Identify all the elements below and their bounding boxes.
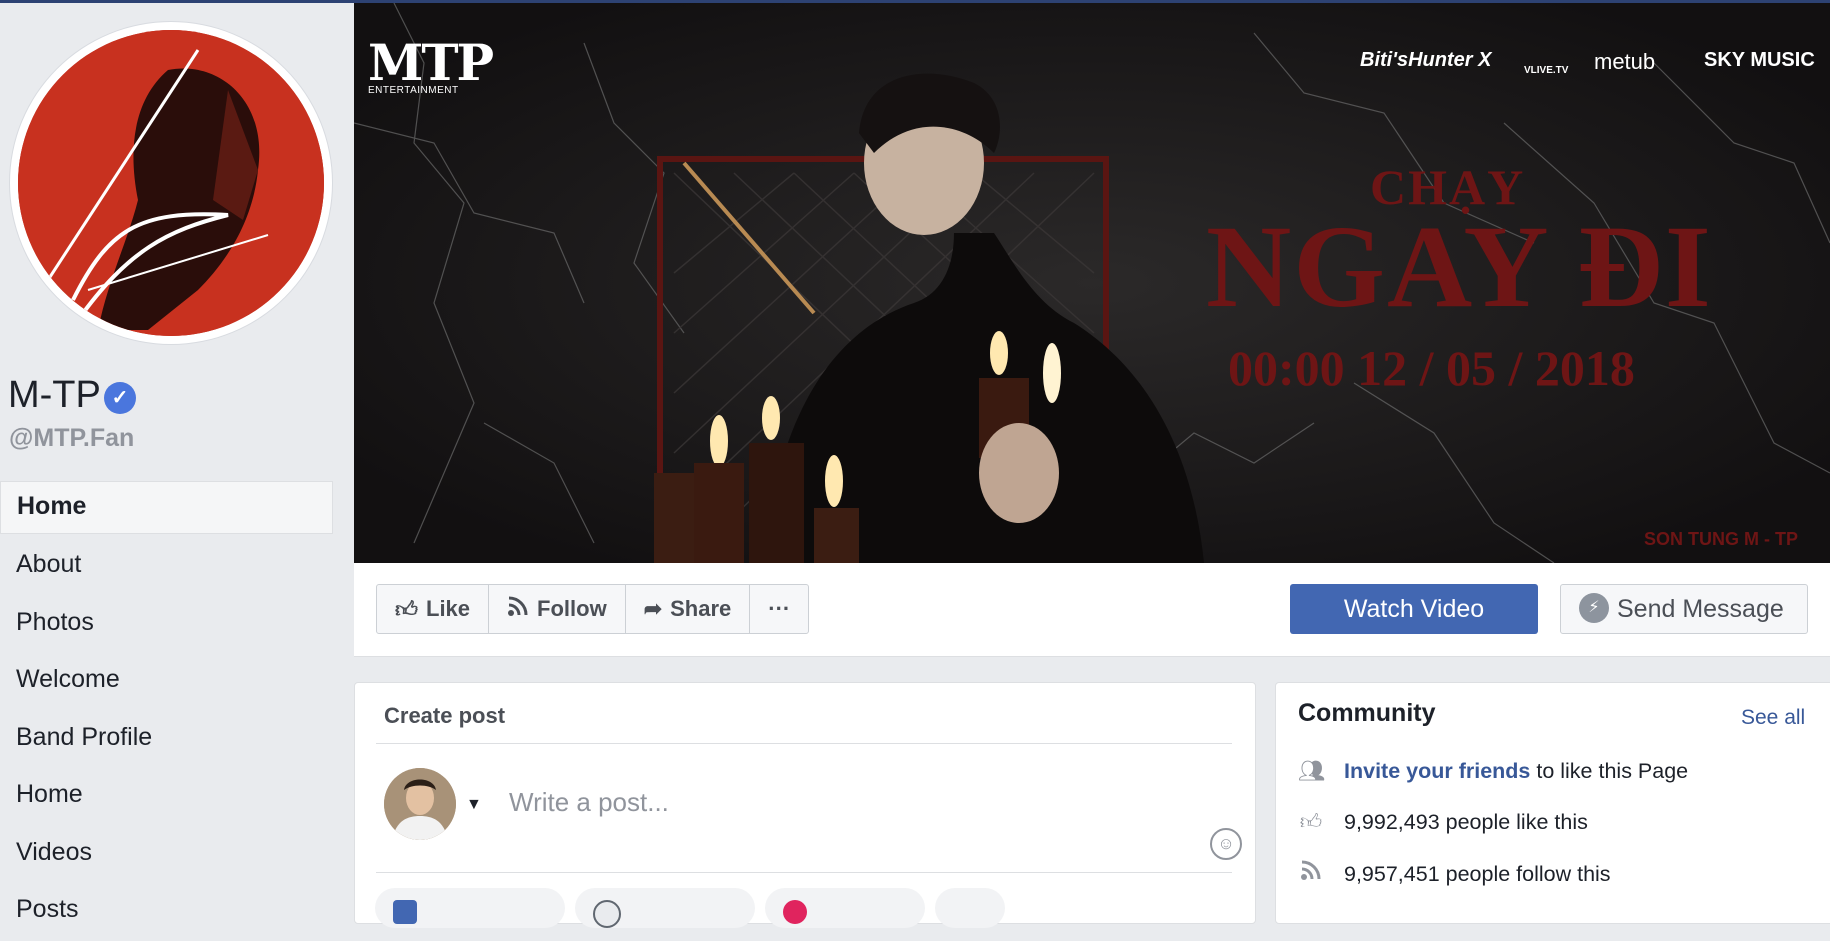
profile-picture-image [18, 30, 324, 336]
send-message-button[interactable]: ⚡︎ Send Message [1560, 584, 1808, 634]
cover-date: 00:00 12 / 05 / 2018 [1228, 340, 1635, 396]
share-button[interactable]: ➦ Share [626, 585, 751, 633]
thumbs-up-icon: 👍︎ [395, 596, 418, 622]
invite-friends-row: 👥︎ Invite your friends to like this Page [1298, 759, 1688, 784]
create-post-title: Create post [384, 703, 506, 728]
sidebar-nav: Home About Photos Welcome Band Profile H… [0, 481, 333, 941]
mtp-logo: MTP [368, 33, 494, 92]
divider [376, 743, 1232, 744]
rss-icon [507, 595, 529, 623]
photo-video-pill[interactable] [375, 888, 565, 928]
follows-count: 9,957,451 people follow this [1344, 862, 1611, 886]
more-dots-icon: ··· [768, 596, 791, 621]
likes-count: 9,992,493 people like this [1344, 810, 1588, 834]
sponsor-metub: metub [1594, 49, 1656, 74]
page-handle[interactable]: @MTP.Fan [9, 424, 134, 453]
page-action-bar: 👍︎ Like Follow ➦ Share ··· Watch Video ⚡… [354, 563, 1830, 657]
sidebar-item-home-2[interactable]: Home [0, 768, 333, 826]
check-in-pill[interactable] [765, 888, 925, 928]
cover-photo[interactable]: MTP ENTERTAINMENT Biti'sHunter X VLIVE.T… [354, 3, 1830, 563]
verified-badge-icon: ✓ [104, 382, 136, 414]
sidebar-item-photos[interactable]: Photos [0, 596, 333, 654]
create-post-card: Create post ▼ Write a post... ☺ [354, 682, 1256, 928]
cover-signature: SON TUNG M - TP [1644, 529, 1798, 549]
follows-row: 9,957,451 people follow this [1298, 859, 1611, 887]
follow-label: Follow [537, 596, 607, 621]
see-all-link[interactable]: See all [1741, 706, 1805, 730]
profile-picture[interactable] [10, 22, 332, 344]
sponsor-sky-music: SKY MUSIC [1704, 49, 1815, 71]
sidebar-item-band-profile[interactable]: Band Profile [0, 711, 333, 769]
invite-friends-link[interactable]: Invite your friends [1344, 759, 1530, 783]
page-actions-group: 👍︎ Like Follow ➦ Share ··· [376, 584, 810, 634]
messenger-icon: ⚡︎ [1579, 593, 1609, 624]
community-card: Community See all 👥︎ Invite your friends … [1275, 682, 1830, 924]
share-label: Share [670, 596, 732, 621]
community-title: Community [1298, 699, 1436, 727]
watch-video-button[interactable]: Watch Video [1290, 584, 1538, 634]
people-icon: 👥︎ [1298, 759, 1326, 783]
chevron-down-icon[interactable]: ▼ [466, 796, 482, 814]
rss-icon [1298, 859, 1324, 887]
more-options-pill[interactable] [935, 888, 1005, 928]
divider [376, 872, 1232, 873]
tag-friends-pill[interactable] [575, 888, 755, 928]
follow-button[interactable]: Follow [489, 585, 626, 633]
mtp-logo-subtitle: ENTERTAINMENT [368, 85, 459, 96]
like-button[interactable]: 👍︎ Like [377, 585, 490, 633]
thumbs-up-icon: 👍︎ [1299, 810, 1323, 834]
emoji-icon[interactable]: ☺ [1210, 828, 1242, 860]
page-title: M-TP [8, 374, 101, 416]
send-message-label: Send Message [1617, 595, 1784, 623]
like-label: Like [426, 596, 471, 621]
share-arrow-icon: ➦ [643, 596, 663, 621]
sidebar-item-welcome[interactable]: Welcome [0, 653, 333, 711]
more-button[interactable]: ··· [750, 585, 808, 633]
cover-title-line2: NGAY ĐI [1206, 201, 1713, 332]
sidebar-item-home[interactable]: Home [0, 481, 333, 534]
tag-icon [593, 900, 621, 928]
left-column: M-TP ✓ @MTP.Fan Home About Photos Welcom… [0, 0, 345, 923]
invite-friends-text: to like this Page [1530, 759, 1689, 783]
sidebar-item-posts[interactable]: Posts [0, 883, 333, 941]
sidebar-item-about[interactable]: About [0, 538, 333, 596]
write-post-input[interactable]: Write a post... [509, 787, 669, 818]
composer-avatar[interactable] [384, 768, 456, 840]
sponsor-bitis: Biti'sHunter X [1360, 49, 1492, 71]
likes-row: 👍︎ 9,992,493 people like this [1298, 809, 1588, 835]
sponsor-vlive: VLIVE.TV [1524, 65, 1569, 76]
sidebar-item-videos[interactable]: Videos [0, 826, 333, 884]
